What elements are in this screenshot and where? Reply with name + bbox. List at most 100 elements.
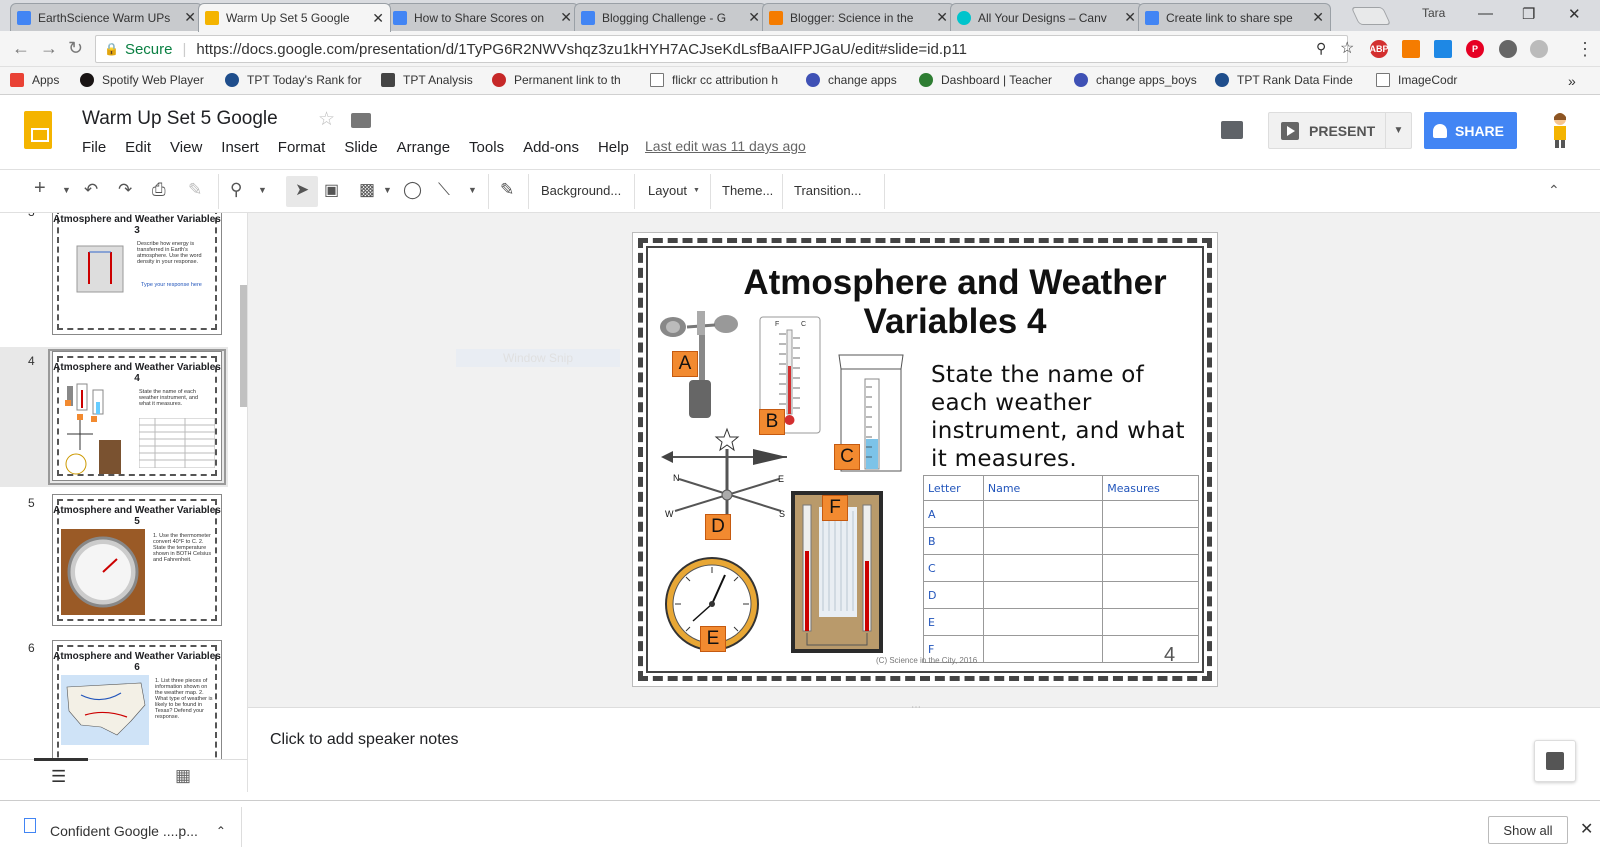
close-icon[interactable]: ✕ [372, 10, 384, 27]
zoom-icon[interactable]: ⚲ [230, 180, 242, 200]
show-all-button[interactable]: Show all [1488, 816, 1568, 844]
browser-tab[interactable]: EarthScience Warm UPs ✕ [10, 3, 203, 31]
collapse-toolbar-icon[interactable]: ⌃ [1548, 182, 1560, 199]
menu-format[interactable]: Format [278, 139, 326, 156]
analytics-extension-icon[interactable] [1402, 40, 1420, 58]
bookmark-apps[interactable]: Apps [10, 73, 59, 87]
star-icon[interactable]: ☆ [318, 108, 335, 131]
table-cell-name[interactable] [982, 635, 1104, 663]
table-row[interactable]: C [923, 554, 1199, 582]
close-icon[interactable]: ✕ [184, 9, 196, 26]
menu-help[interactable]: Help [598, 139, 629, 156]
share-button[interactable]: SHARE [1424, 112, 1517, 149]
bookmark-item[interactable]: change apps [806, 73, 897, 87]
grid-view-icon[interactable]: ▦ [175, 766, 191, 786]
table-cell-name[interactable] [982, 581, 1104, 609]
bookmark-item[interactable]: Permanent link to th [492, 73, 621, 87]
add-comment-icon[interactable]: ✎ [500, 180, 514, 200]
transition-button[interactable]: Transition... [794, 183, 861, 198]
minimize-icon[interactable]: — [1478, 5, 1493, 22]
bookmark-item[interactable]: TPT Analysis [381, 73, 473, 87]
back-icon[interactable]: ← [12, 38, 30, 59]
menu-tools[interactable]: Tools [469, 139, 504, 156]
browser-tab[interactable]: All Your Designs – Canv ✕ [950, 3, 1143, 31]
shape-icon[interactable]: ◯ [403, 180, 422, 200]
slide-prompt[interactable]: State the name of each weather instrumen… [931, 361, 1201, 473]
bookmark-item[interactable]: Dashboard | Teacher [919, 73, 1052, 87]
bookmark-item[interactable]: Spotify Web Player [80, 73, 204, 87]
chevron-down-icon[interactable]: ▼ [1385, 113, 1411, 148]
comments-icon[interactable] [1221, 121, 1243, 139]
zoom-icon[interactable]: ⚲ [1316, 40, 1326, 57]
table-cell-name[interactable] [982, 608, 1104, 636]
chevron-down-icon[interactable]: ▼ [258, 185, 267, 195]
table-cell-name[interactable] [982, 554, 1104, 582]
close-icon[interactable]: ✕ [1312, 9, 1324, 26]
print-icon[interactable]: ⎙ [152, 180, 166, 200]
menu-slide[interactable]: Slide [344, 139, 377, 156]
background-button[interactable]: Background... [541, 183, 621, 198]
adblock-icon[interactable]: ABP [1370, 40, 1389, 58]
table-cell-name[interactable] [982, 500, 1104, 528]
browser-tab[interactable]: Create link to share spe ✕ [1138, 3, 1331, 31]
close-icon[interactable]: ✕ [1580, 819, 1593, 839]
speaker-notes-panel[interactable]: ⋯ Click to add speaker notes [248, 702, 1600, 792]
close-icon[interactable]: ✕ [748, 9, 760, 26]
table-cell-name[interactable] [982, 527, 1104, 555]
url-text[interactable]: https://docs.google.com/presentation/d/1… [196, 41, 967, 58]
answer-table[interactable]: Letter Name Measures A B C D E F [923, 475, 1199, 663]
speaker-notes-placeholder[interactable]: Click to add speaker notes [270, 731, 459, 749]
bookmark-item[interactable]: ImageCodr [1376, 73, 1457, 87]
browser-tab[interactable]: How to Share Scores on ✕ [386, 3, 579, 31]
line-icon[interactable]: ⟍ [438, 180, 450, 200]
chevron-down-icon[interactable]: ▼ [383, 185, 392, 195]
slide-thumbnail-6[interactable]: Atmosphere and Weather Variables 6 1. Li… [52, 640, 222, 759]
window-close-icon[interactable]: ✕ [1568, 5, 1581, 23]
folder-icon[interactable] [351, 113, 371, 128]
close-icon[interactable]: ✕ [936, 9, 948, 26]
bookmark-item[interactable]: change apps_boys [1074, 73, 1197, 87]
table-cell-measures[interactable] [1102, 500, 1199, 528]
anemometer-image[interactable] [659, 305, 739, 425]
image-icon[interactable]: ▩ [359, 180, 375, 200]
chevron-down-icon[interactable]: ▼ [62, 185, 71, 195]
table-cell-measures[interactable] [1102, 635, 1199, 663]
slide-thumbnail-3[interactable]: Atmosphere and Weather Variables 3 Descr… [52, 213, 222, 335]
menu-arrange[interactable]: Arrange [397, 139, 450, 156]
filmstrip-scrollbar[interactable] [240, 285, 247, 407]
browser-tab-active[interactable]: Warm Up Set 5 Google ✕ [198, 3, 391, 32]
text-box-icon[interactable]: ▣ [324, 180, 339, 200]
omnibox[interactable]: 🔒 Secure | https://docs.google.com/prese… [95, 35, 1348, 63]
menu-edit[interactable]: Edit [125, 139, 151, 156]
menu-insert[interactable]: Insert [221, 139, 259, 156]
drive-extension-icon[interactable] [1530, 40, 1548, 58]
slide-canvas[interactable]: Atmosphere and Weather Variables 4 A FC … [632, 232, 1218, 687]
pointer-icon[interactable]: ➤ [295, 180, 309, 200]
present-button[interactable]: PRESENT ▼ [1268, 112, 1412, 149]
new-slide-icon[interactable]: + [34, 177, 46, 200]
browser-menu-icon[interactable]: ⋮ [1576, 39, 1594, 60]
slide-thumbnail-5[interactable]: Atmosphere and Weather Variables 5 1. Us… [52, 494, 222, 626]
profile-name[interactable]: Tara [1422, 6, 1445, 20]
filmstrip-view-icon[interactable]: ☰ [51, 767, 66, 787]
menu-file[interactable]: File [82, 139, 106, 156]
reload-icon[interactable]: ↻ [68, 38, 83, 59]
chevron-down-icon[interactable]: ▼ [693, 187, 700, 194]
close-icon[interactable]: ✕ [1124, 9, 1136, 26]
table-cell-measures[interactable] [1102, 608, 1199, 636]
bookmark-item[interactable]: TPT Rank Data Finde [1215, 73, 1353, 87]
chevron-up-icon[interactable]: ⌃ [216, 824, 226, 838]
extension-icon[interactable] [1434, 40, 1452, 58]
undo-icon[interactable]: ↶ [84, 180, 98, 200]
explore-icon[interactable] [1534, 740, 1576, 782]
download-item[interactable]: Confident Google ....p... ⌃ [24, 815, 239, 847]
table-row[interactable]: E [923, 608, 1199, 636]
forward-icon[interactable]: → [40, 38, 58, 59]
screen-capture-icon[interactable] [1499, 40, 1517, 58]
document-title[interactable]: Warm Up Set 5 Google [82, 108, 278, 130]
layout-button[interactable]: Layout [648, 183, 687, 198]
close-icon[interactable]: ✕ [560, 9, 572, 26]
table-row[interactable]: A [923, 500, 1199, 528]
table-cell-measures[interactable] [1102, 581, 1199, 609]
browser-tab[interactable]: Blogger: Science in the ✕ [762, 3, 955, 31]
